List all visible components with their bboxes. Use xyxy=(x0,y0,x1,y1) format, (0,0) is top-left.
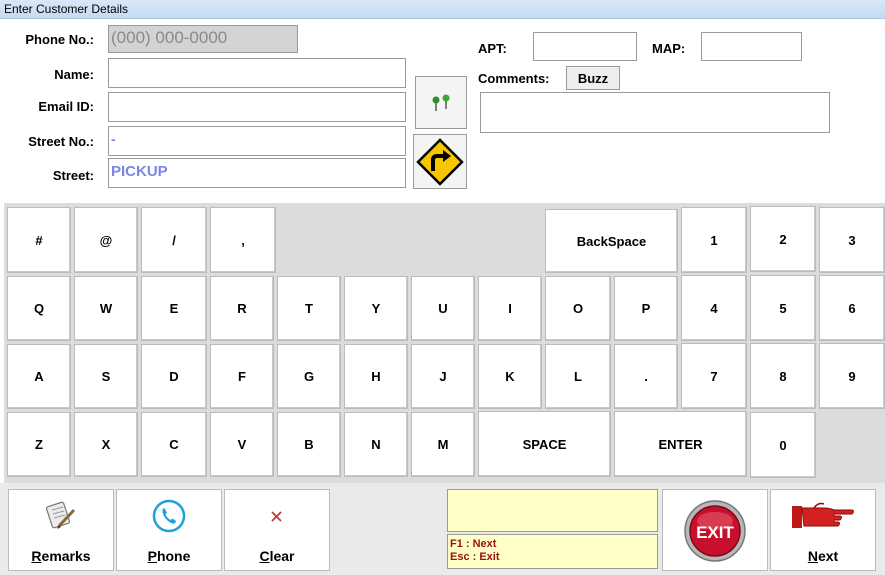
key-y[interactable]: Y xyxy=(344,276,408,341)
remarks-icon xyxy=(45,501,76,529)
key-w[interactable]: W xyxy=(74,276,138,341)
key-2[interactable]: 2 xyxy=(750,206,816,272)
key-0[interactable]: 0 xyxy=(750,412,816,478)
street-no-field[interactable]: - xyxy=(108,126,406,156)
key-slash[interactable]: / xyxy=(141,207,207,273)
pointing-hand-icon xyxy=(792,502,854,528)
key-period[interactable]: . xyxy=(614,344,678,409)
clear-x-icon xyxy=(271,511,282,522)
key-g[interactable]: G xyxy=(277,344,341,409)
key-9[interactable]: 9 xyxy=(819,343,885,409)
key-1[interactable]: 1 xyxy=(681,207,747,273)
key-z[interactable]: Z xyxy=(7,412,71,477)
key-s[interactable]: S xyxy=(74,344,138,409)
turn-right-sign-icon xyxy=(416,137,464,186)
key-p[interactable]: P xyxy=(614,276,678,341)
clear-button[interactable]: Clear xyxy=(224,489,330,571)
phone-field[interactable]: (000) 000-0000 xyxy=(108,25,298,53)
key-l[interactable]: L xyxy=(545,344,611,409)
key-space[interactable]: SPACE xyxy=(478,411,611,477)
street-no-label: Street No.: xyxy=(28,134,94,149)
street-field[interactable]: PICKUP xyxy=(108,158,406,188)
email-label: Email ID: xyxy=(38,99,94,114)
name-label: Name: xyxy=(54,67,94,82)
key-n[interactable]: N xyxy=(344,412,408,477)
key-i[interactable]: I xyxy=(478,276,542,341)
key-r[interactable]: R xyxy=(210,276,274,341)
clear-label: Clear xyxy=(259,548,295,564)
remarks-label: Remarks xyxy=(31,548,91,564)
hint-esc: Esc : Exit xyxy=(450,551,500,563)
key-e[interactable]: E xyxy=(141,276,207,341)
status-panel xyxy=(447,489,658,532)
exit-icon: EXIT xyxy=(684,500,746,562)
key-backspace[interactable]: BackSpace xyxy=(545,209,678,273)
key-enter[interactable]: ENTER xyxy=(614,411,747,477)
key-4[interactable]: 4 xyxy=(681,275,747,341)
shortcut-hints: F1 : Next Esc : Exit xyxy=(447,534,658,569)
key-d[interactable]: D xyxy=(141,344,207,409)
directions-button[interactable] xyxy=(413,134,467,189)
key-8[interactable]: 8 xyxy=(750,343,816,409)
phone-button-label: Phone xyxy=(147,548,191,564)
key-b[interactable]: B xyxy=(277,412,341,477)
buzz-button[interactable]: Buzz xyxy=(566,66,620,90)
key-u[interactable]: U xyxy=(411,276,475,341)
apt-field[interactable] xyxy=(533,32,637,61)
exit-button[interactable]: EXIT xyxy=(662,489,768,571)
key-f[interactable]: F xyxy=(210,344,274,409)
key-at[interactable]: @ xyxy=(74,207,138,273)
key-t[interactable]: T xyxy=(277,276,341,341)
key-q[interactable]: Q xyxy=(7,276,71,341)
comments-field[interactable] xyxy=(480,92,830,133)
street-label: Street: xyxy=(52,168,94,183)
key-j[interactable]: J xyxy=(411,344,475,409)
key-h[interactable]: H xyxy=(344,344,408,409)
hint-f1: F1 : Next xyxy=(450,538,497,550)
comments-label: Comments: xyxy=(478,71,550,86)
phone-label: Phone No.: xyxy=(25,32,94,47)
apt-label: APT: xyxy=(478,41,507,56)
key-a[interactable]: A xyxy=(7,344,71,409)
key-7[interactable]: 7 xyxy=(681,343,747,409)
exit-icon-text: EXIT xyxy=(696,523,734,542)
map-label: MAP: xyxy=(652,41,686,56)
key-v[interactable]: V xyxy=(210,412,274,477)
key-k[interactable]: K xyxy=(478,344,542,409)
next-label: Next xyxy=(807,548,839,564)
key-6[interactable]: 6 xyxy=(819,275,885,341)
phone-button[interactable]: Phone xyxy=(116,489,222,571)
window-title: Enter Customer Details xyxy=(0,0,885,19)
key-5[interactable]: 5 xyxy=(750,275,816,341)
email-field[interactable] xyxy=(108,92,406,122)
key-o[interactable]: O xyxy=(545,276,611,341)
next-button[interactable]: Next xyxy=(770,489,876,571)
map-pins-icon xyxy=(432,94,450,111)
key-hash[interactable]: # xyxy=(7,207,71,273)
key-m[interactable]: M xyxy=(411,412,475,477)
key-c[interactable]: C xyxy=(141,412,207,477)
map-field[interactable] xyxy=(701,32,802,61)
key-3[interactable]: 3 xyxy=(819,207,885,273)
key-comma[interactable]: , xyxy=(210,207,276,273)
remarks-button[interactable]: Remarks xyxy=(8,489,114,571)
key-x[interactable]: X xyxy=(74,412,138,477)
map-pins-button[interactable] xyxy=(415,76,467,129)
name-field[interactable] xyxy=(108,58,406,88)
phone-icon xyxy=(152,499,186,533)
